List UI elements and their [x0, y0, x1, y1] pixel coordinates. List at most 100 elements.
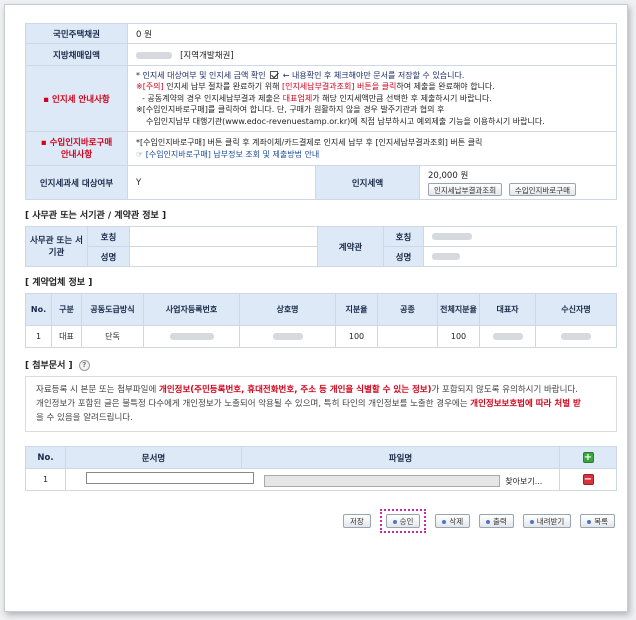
stamp-guide-line1-b: ← 내용확인 후 체크해야만 문서를 저장할 수 있습니다. [282, 70, 465, 80]
office-section-title: [ 사무관 또는 서기관 / 계약관 정보 ] [25, 211, 167, 221]
officer-rank-label: 호칭 [87, 226, 130, 247]
main-content: 국민주택채권 0 원 지방채매입액 [지역개발채권] ▪ 인지세 안내사항 * … [25, 23, 617, 533]
housing-bond-value: 0 원 [127, 23, 617, 44]
bullet-icon [486, 519, 491, 524]
row-ceo [479, 325, 536, 348]
officer-name-value [129, 246, 318, 267]
col-receiver: 수신자명 [535, 293, 617, 326]
att-row-no: 1 [25, 468, 66, 491]
officer-label: 사무관 또는 서기관 [25, 226, 88, 267]
table-row: 1 대표 단독 100 100 [25, 325, 617, 348]
col-biz-no: 사업자등록번호 [143, 293, 240, 326]
save-button[interactable]: 저장 [342, 513, 371, 528]
add-row-icon[interactable]: + [582, 452, 594, 463]
content-frame: 국민주택채권 0 원 지방채매입액 [지역개발채권] ▪ 인지세 안내사항 * … [4, 4, 628, 612]
col-type: 구분 [51, 293, 82, 326]
doc-name-input[interactable] [86, 471, 254, 484]
stamp-target-value: Y [127, 165, 316, 200]
att-row-inputs: 찾아보기... [65, 468, 560, 491]
approve-label: 승인 [399, 517, 414, 526]
redacted-amount [136, 51, 172, 59]
notice-2b: 개인정보보호법에 따라 처벌 받 [470, 399, 581, 409]
direct-buy-guide-link[interactable]: ☞ [수입인지바로구매] [136, 150, 211, 159]
bullet-icon [529, 519, 534, 524]
print-button[interactable]: 출력 [479, 513, 514, 528]
approve-focus-ring: 승인 [379, 509, 427, 533]
list-label: 목록 [594, 516, 608, 526]
bond-stamp-info-table: 국민주택채권 0 원 지방채매입액 [지역개발채권] ▪ 인지세 안내사항 * … [25, 23, 617, 200]
stamp-guide-line2-c: [인지세납부결과조회] 버튼을 클릭 [281, 82, 397, 92]
att-col-add: + [559, 446, 617, 469]
notice-1a: 자료등록 시 본문 또는 첨부파일에 [36, 385, 159, 395]
privacy-notice: 자료등록 시 본문 또는 첨부파일에 개인정보(주민등록번호, 휴대전화번호, … [25, 376, 617, 432]
list-button[interactable]: 목록 [580, 513, 615, 528]
stamp-guide-line2-b: 인지세 납부 절차를 완료하기 위해 [163, 82, 282, 92]
company-table: No. 구분 공동도급방식 사업자등록번호 상호명 지분율 공종 전체지분율 대… [25, 293, 617, 348]
local-bond-cell: [지역개발채권] [127, 43, 617, 66]
col-no: No. [25, 293, 52, 326]
redacted-name [432, 252, 460, 260]
stamp-guide-content: * 인지세 대상여부 및 인지세 금액 확인 ← 내용확인 후 체크해야만 문서… [127, 65, 617, 132]
stamp-guide-label: ▪ 인지세 안내사항 [25, 65, 128, 132]
file-path-input[interactable] [264, 475, 501, 488]
browse-button[interactable]: 찾아보기... [505, 477, 542, 486]
help-icon[interactable]: ? [78, 360, 90, 371]
row-work-type [377, 325, 438, 348]
stamp-guide-line2-a: ※[주의] [136, 82, 164, 92]
contract-name-label: 성명 [383, 246, 424, 267]
redacted-biz-no [169, 333, 214, 340]
col-company-name: 상호명 [239, 293, 336, 326]
stamp-guide-line3-a: - 공동계약의 경우 인지세납부결과 제출은 [142, 93, 283, 103]
remove-row-icon[interactable]: − [582, 474, 594, 485]
stamp-amount-cell: 20,000 원 인지세납부결과조회 수입인지바로구매 [419, 165, 617, 200]
stamp-result-button[interactable]: 인지세납부결과조회 [428, 183, 503, 196]
notice-2c: 을 수 있음을 알려드립니다. [36, 413, 133, 423]
stamp-target-label: 인지세과세 대상여부 [25, 165, 128, 200]
row-total-share: 100 [437, 325, 480, 348]
bullet-icon [587, 519, 592, 524]
row-type: 대표 [51, 325, 82, 348]
stamp-amount-value: 20,000 원 [428, 171, 469, 181]
row-receiver [535, 325, 617, 348]
housing-bond-label: 국민주택채권 [25, 23, 128, 44]
local-bond-type: [지역개발채권] [180, 50, 234, 61]
contract-rank-label: 호칭 [383, 226, 424, 247]
row-method: 단독 [81, 325, 144, 348]
stamp-guide-line3-b: 대표업체 [282, 93, 313, 103]
stamp-guide-line2-d: 하여 제출을 완료해야 합니다. [396, 82, 495, 92]
notice-2a: 개인정보가 포함된 글은 불특정 다수에게 개인정보가 노출되어 악용될 수 있… [36, 399, 471, 409]
col-work-type: 공종 [377, 293, 438, 326]
table-row: 1 찾아보기... − [25, 468, 617, 491]
col-total-share: 전체지분율 [437, 293, 480, 326]
stamp-guide-line3-c: 가 해당 인지세액만큼 선택한 후 제출하시기 바랍니다. [312, 93, 492, 103]
stamp-confirm-checkbox[interactable] [270, 71, 279, 80]
stamp-guide-line4: ※[수입인지바로구매]를 클릭하여 합니다. 단, 구매가 원활하지 않을 경우… [136, 105, 445, 115]
notice-1b: 개인정보(주민등록번호, 휴대전화번호, 주소 등 개인을 식별할 수 있는 정… [159, 385, 432, 395]
download-label: 내려받기 [536, 516, 565, 526]
approve-button[interactable]: 승인 [385, 514, 421, 528]
attach-section-title: [ 첨부문서 ] ? [25, 360, 617, 372]
stamp-guide-label-text: 인지세 안내사항 [52, 94, 110, 105]
col-ceo: 대표자 [479, 293, 536, 326]
bullet-icon [392, 520, 397, 524]
col-method: 공동도급방식 [81, 293, 144, 326]
att-col-no: No. [25, 446, 66, 469]
row-company-name [239, 325, 336, 348]
contract-name-value [423, 246, 617, 267]
officer-rank-value [129, 226, 318, 247]
direct-buy-guide-text: 납부정보 조회 및 제출방법 안내 [210, 149, 320, 159]
office-info-table: 사무관 또는 서기관 호칭 계약관 호칭 성명 성명 [25, 226, 617, 267]
delete-button[interactable]: 삭제 [435, 513, 471, 528]
stamp-buy-button[interactable]: 수입인지바로구매 [508, 183, 577, 196]
direct-buy-line1: *[수입인지바로구매] 버튼 클릭 후 계좌이체/카드결제로 인지세 납부 후 … [136, 137, 483, 147]
att-row-remove: − [559, 468, 617, 491]
att-col-doc-name: 문서명 [65, 446, 242, 469]
stamp-guide-line5: 수입인지납부 대행기관(www.edoc-revenuestamp.or.kr)… [146, 116, 545, 126]
redacted-rank [432, 232, 472, 240]
action-bar: 저장 승인 삭제 출력 내려받기 목록 [25, 509, 617, 533]
local-bond-label: 지방채매입액 [25, 43, 128, 66]
officer-name-label: 성명 [87, 246, 130, 267]
direct-buy-content: *[수입인지바로구매] 버튼 클릭 후 계좌이체/카드결제로 인지세 납부 후 … [127, 131, 617, 166]
company-section-title: [ 계약업체 정보 ] [25, 278, 93, 288]
download-button[interactable]: 내려받기 [522, 513, 572, 528]
